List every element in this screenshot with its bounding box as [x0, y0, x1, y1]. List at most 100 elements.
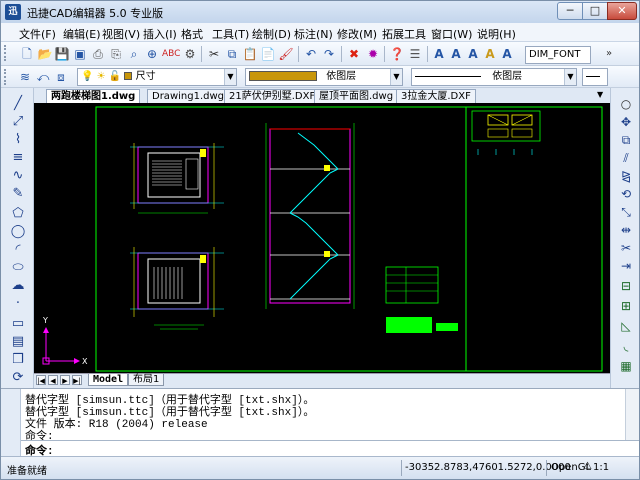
extend-icon[interactable]: ⇥	[617, 258, 635, 274]
menu-format[interactable]: 格式	[181, 26, 203, 42]
overflow-icon[interactable]: »	[601, 46, 617, 62]
undo-icon[interactable]: ↶	[303, 46, 319, 62]
mirror-icon[interactable]: ⧎	[617, 168, 635, 184]
hatch-icon[interactable]: ▤	[9, 334, 27, 350]
text-style-icon[interactable]: A	[482, 46, 498, 62]
tab-stair-plan[interactable]: 两跑楼梯图1.dwg	[46, 89, 141, 103]
tab-larkin-building[interactable]: 3拉金大厦.DXF	[396, 89, 476, 103]
help-icon[interactable]: ❓	[389, 46, 405, 62]
menu-file[interactable]: 文件(F)	[19, 26, 56, 42]
paste-special-icon[interactable]: 📄	[260, 46, 276, 62]
refresh-icon[interactable]: ⟳	[9, 370, 27, 386]
find-text-icon[interactable]: A	[499, 46, 515, 62]
tab-roof-plan[interactable]: 屋顶平面图.dwg	[314, 89, 399, 103]
linetype-combo[interactable]: 依图层 ▼	[411, 68, 577, 86]
stretch-icon[interactable]: ⇹	[617, 222, 635, 238]
menu-draw[interactable]: 绘制(D)	[252, 26, 291, 42]
menu-tools[interactable]: 工具(T)	[212, 26, 249, 42]
offset-icon[interactable]: ⫽	[617, 150, 635, 166]
save-all-icon[interactable]: ▣	[72, 46, 88, 62]
properties-icon[interactable]: ⚙	[182, 46, 198, 62]
tab-villa-savoye[interactable]: 21萨伏伊别墅.DXF	[224, 89, 321, 103]
scale-icon[interactable]: ⤡	[617, 204, 635, 220]
next-layout-icon[interactable]: ▶	[60, 375, 70, 385]
copy-icon[interactable]: ⧉	[224, 46, 240, 62]
circle-icon[interactable]: ◯	[9, 224, 27, 240]
text-style-combo[interactable]: DIM_FONT	[525, 46, 591, 64]
match-properties-icon[interactable]: 🖌	[278, 46, 294, 62]
redo-icon[interactable]: ↷	[321, 46, 337, 62]
annotation-scale[interactable]: 1:1	[593, 462, 609, 473]
drawing-canvas[interactable]: Y X	[34, 103, 610, 373]
minimize-button[interactable]: ─	[557, 2, 583, 20]
menu-modify[interactable]: 修改(M)	[337, 26, 377, 42]
toolbar-grip[interactable]	[4, 69, 8, 85]
text-icon[interactable]: A	[431, 46, 447, 62]
menu-dimension[interactable]: 标注(N)	[294, 26, 333, 42]
menu-window[interactable]: 窗口(W)	[431, 26, 472, 42]
zoom-icon[interactable]: ⊕	[144, 46, 160, 62]
open-folder-icon[interactable]: 📂	[37, 46, 53, 62]
revision-cloud-icon[interactable]: ☁	[9, 278, 27, 294]
break-icon[interactable]: ⊟	[617, 278, 635, 294]
line-icon[interactable]: ╱	[9, 96, 27, 112]
layer-manager-icon[interactable]: ☰	[407, 46, 423, 62]
layer-previous-icon[interactable]: ⤺	[35, 69, 51, 85]
join-icon[interactable]: ⊞	[617, 298, 635, 314]
array-icon[interactable]: ▦	[617, 358, 635, 374]
pencil-icon[interactable]: ✎	[9, 186, 27, 202]
rectangle-icon[interactable]: ▭	[9, 316, 27, 332]
last-layout-icon[interactable]: ▶|	[72, 375, 82, 385]
lineweight-combo[interactable]	[582, 68, 608, 86]
chamfer-icon[interactable]: ◺	[617, 318, 635, 334]
command-window-grip[interactable]	[1, 389, 21, 457]
tab-list-icon[interactable]: ▼	[597, 90, 603, 99]
menu-insert[interactable]: 插入(I)	[143, 26, 177, 42]
maximize-button[interactable]: □	[582, 2, 608, 20]
menu-help[interactable]: 说明(H)	[477, 26, 516, 42]
toolbar-grip[interactable]	[4, 45, 8, 61]
block-icon[interactable]: ❒	[9, 352, 27, 368]
print-icon[interactable]: ⎙	[90, 46, 106, 62]
command-history-scrollbar[interactable]	[625, 389, 639, 441]
trim-icon[interactable]: ✂	[617, 240, 635, 256]
copy-object-icon[interactable]: ⧉	[617, 132, 635, 148]
multiline-icon[interactable]: ≡	[9, 150, 27, 166]
polyline-icon[interactable]: ⌇	[9, 132, 27, 148]
tab-model[interactable]: Model	[88, 374, 129, 386]
fillet-icon[interactable]: ◟	[617, 338, 635, 354]
menu-edit[interactable]: 编辑(E)	[63, 26, 101, 42]
print-preview-icon[interactable]: ⎘	[108, 46, 124, 62]
prev-layout-icon[interactable]: ◀	[48, 375, 58, 385]
color-combo[interactable]: 依图层 ▼	[245, 68, 403, 86]
move-icon[interactable]: ✥	[617, 114, 635, 130]
menu-view[interactable]: 视图(V)	[102, 26, 140, 42]
rotate-icon[interactable]: ⟲	[617, 186, 635, 202]
layer-combo[interactable]: 💡 ☀ 🔓 尺寸 ▼	[77, 68, 237, 86]
delete-icon[interactable]: ✖	[346, 46, 362, 62]
text-edit-icon[interactable]: A	[465, 46, 481, 62]
circle-icon[interactable]: ○	[617, 96, 635, 112]
first-layout-icon[interactable]: |◀	[36, 375, 46, 385]
mtext-icon[interactable]: A	[448, 46, 464, 62]
menu-extend-tools[interactable]: 拓展工具	[382, 26, 426, 42]
new-file-icon[interactable]: 🗋	[19, 46, 35, 62]
layer-state-icon[interactable]: ⧈	[53, 69, 69, 85]
layers-icon[interactable]: ≋	[17, 69, 33, 85]
arc-icon[interactable]: ◜	[9, 242, 27, 258]
annotation-scale-icon[interactable]: ⚠	[583, 461, 592, 472]
command-input[interactable]: 命令:	[21, 440, 639, 458]
close-button[interactable]: ✕	[607, 2, 637, 20]
cut-icon[interactable]: ✂	[206, 46, 222, 62]
paste-icon[interactable]: 📋	[242, 46, 258, 62]
spline-icon[interactable]: ∿	[9, 168, 27, 184]
spellcheck-icon[interactable]: ABC	[162, 46, 180, 62]
tab-layout1[interactable]: 布局1	[128, 374, 165, 386]
tab-drawing1[interactable]: Drawing1.dwg	[147, 89, 229, 103]
construction-line-icon[interactable]: ⤢	[9, 114, 27, 130]
find-icon[interactable]: ⌕	[126, 46, 142, 62]
polygon-icon[interactable]: ⬠	[9, 206, 27, 222]
explode-icon[interactable]: ✹	[365, 46, 381, 62]
point-icon[interactable]: ·	[9, 296, 27, 312]
ellipse-icon[interactable]: ⬭	[9, 260, 27, 276]
